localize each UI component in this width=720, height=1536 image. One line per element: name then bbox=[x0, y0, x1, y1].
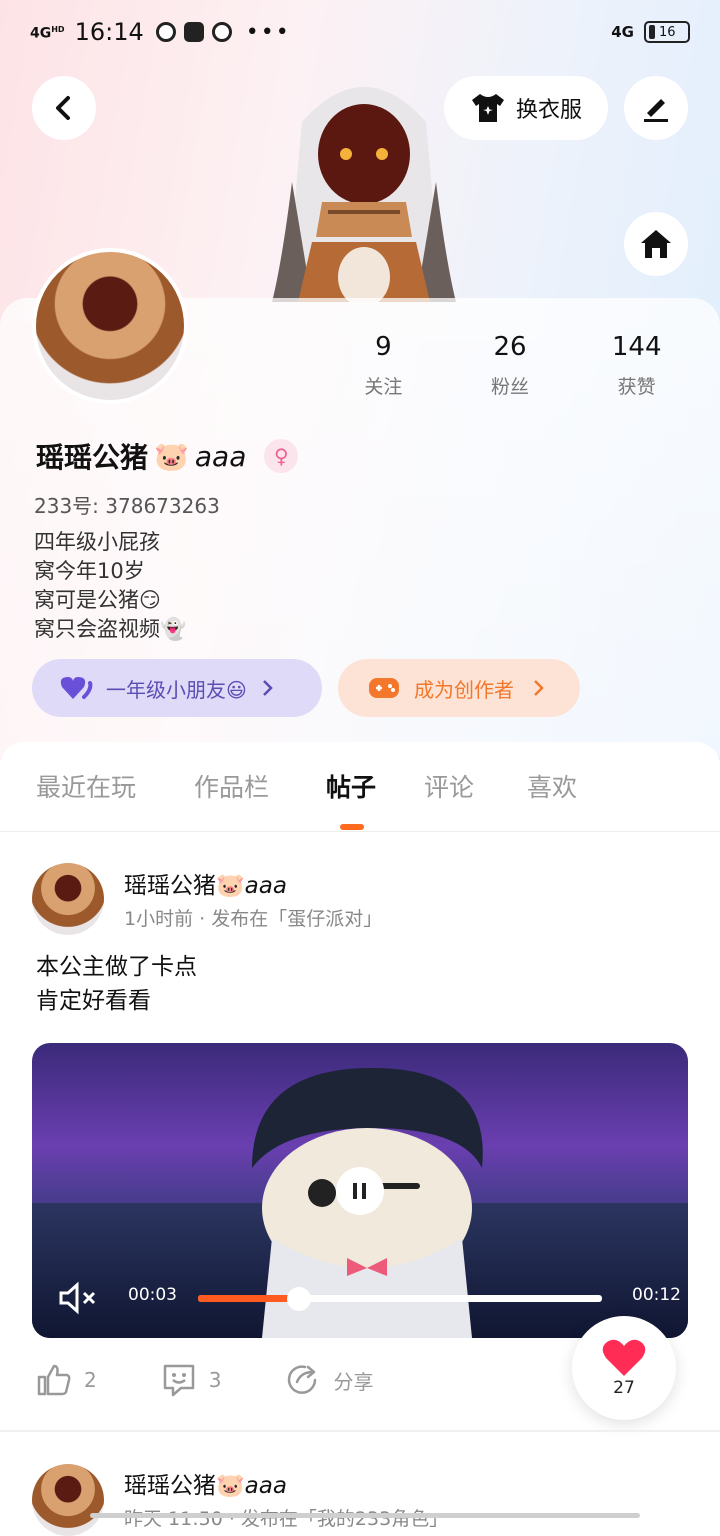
bio-line: 四年级小屁孩 bbox=[34, 530, 160, 554]
user-id: 233号: 378673263 bbox=[34, 494, 220, 518]
video-player[interactable]: 00:03 00:12 bbox=[32, 1043, 688, 1338]
post-author-suffix: aaa bbox=[244, 1473, 287, 1499]
like-button[interactable]: 2 bbox=[36, 1363, 97, 1397]
pencil-icon bbox=[644, 99, 668, 122]
stat-value: 9 bbox=[375, 332, 392, 362]
video-duration: 00:12 bbox=[632, 1285, 681, 1305]
post-author-avatar[interactable] bbox=[32, 1464, 104, 1536]
pause-icon bbox=[353, 1183, 366, 1199]
media-icon bbox=[155, 22, 176, 42]
post-text: 本公主做了卡点 肯定好看看 bbox=[36, 950, 197, 1018]
like-count: 2 bbox=[84, 1368, 97, 1392]
signal-indicator: 4GHD bbox=[30, 25, 65, 42]
edit-profile-button[interactable] bbox=[624, 76, 688, 140]
become-creator-label: 成为创作者 bbox=[414, 677, 514, 702]
share-icon bbox=[288, 1365, 317, 1394]
video-current-time: 00:03 bbox=[128, 1285, 177, 1305]
stat-value: 144 bbox=[611, 332, 662, 362]
profile-stats: 9 关注 26 粉丝 144 获赞 bbox=[320, 332, 700, 399]
pig-emoji: 🐷 bbox=[216, 1473, 245, 1499]
heart-icon bbox=[60, 677, 93, 699]
stat-label: 粉丝 bbox=[491, 376, 530, 398]
post-author-avatar[interactable] bbox=[32, 863, 104, 935]
become-creator-button[interactable]: 成为创作者 bbox=[338, 659, 580, 717]
more-notifications: ••• bbox=[245, 19, 291, 45]
post-meta: 1小时前 · 发布在「蛋仔派对」 bbox=[124, 908, 383, 930]
grade-badge-label: 一年级小朋友😃 bbox=[106, 677, 247, 702]
username-text: 瑶瑶公猪 bbox=[36, 441, 149, 474]
home-icon bbox=[641, 230, 671, 258]
chevron-right-icon bbox=[534, 680, 544, 696]
post-author-name[interactable]: 瑶瑶公猪🐷aaa bbox=[124, 866, 287, 900]
tab-posts[interactable]: 帖子 bbox=[326, 768, 376, 804]
stat-following[interactable]: 9 关注 bbox=[320, 332, 447, 399]
active-tab-indicator bbox=[340, 824, 364, 830]
app-icon bbox=[183, 22, 204, 42]
stat-value: 26 bbox=[493, 332, 527, 362]
heart-icon bbox=[602, 1339, 646, 1376]
female-icon: ♀ bbox=[264, 439, 299, 473]
tshirt-icon bbox=[471, 94, 504, 122]
bio-line: 窝可是公猪😏 bbox=[34, 588, 161, 612]
heart-count: 27 bbox=[613, 1378, 635, 1398]
heart-like-button[interactable]: 27 bbox=[572, 1316, 676, 1420]
post-text-line: 本公主做了卡点 bbox=[36, 954, 197, 980]
back-button[interactable] bbox=[32, 76, 96, 140]
3d-avatar-character bbox=[262, 62, 466, 307]
thumbs-up-icon bbox=[37, 1364, 71, 1396]
bio-line: 窝今年10岁 bbox=[34, 559, 145, 583]
grade-badge-button[interactable]: 一年级小朋友😃 bbox=[32, 659, 322, 717]
post-actions: 2 3 分享 bbox=[36, 1362, 437, 1398]
gamepad-icon bbox=[369, 678, 399, 698]
bio: 四年级小屁孩 窝今年10岁 窝可是公猪😏 窝只会盗视频👻 bbox=[34, 528, 186, 644]
battery-icon: 16 bbox=[644, 21, 690, 43]
username: 瑶瑶公猪 🐷 aaa ♀ bbox=[36, 436, 299, 476]
tab-works[interactable]: 作品栏 bbox=[194, 768, 269, 804]
change-outfit-label: 换衣服 bbox=[515, 98, 582, 123]
pig-emoji: 🐷 bbox=[154, 439, 189, 473]
post-author-text: 瑶瑶公猪 bbox=[124, 1473, 216, 1499]
chevron-right-icon bbox=[262, 680, 273, 696]
video-progress-fill bbox=[198, 1295, 299, 1302]
post-text-line: 肯定好看看 bbox=[36, 988, 151, 1014]
clock: 16:14 bbox=[74, 18, 144, 46]
chevron-left-icon bbox=[56, 96, 70, 120]
username-suffix: aaa bbox=[194, 439, 247, 473]
change-outfit-button[interactable]: 换衣服 bbox=[444, 76, 608, 140]
post-divider bbox=[0, 1430, 720, 1432]
post-author-text: 瑶瑶公猪 bbox=[124, 873, 216, 899]
share-label: 分享 bbox=[333, 1369, 374, 1394]
share-button[interactable]: 分享 bbox=[285, 1362, 373, 1398]
wechat-icon bbox=[211, 22, 232, 42]
mute-icon[interactable] bbox=[58, 1281, 98, 1315]
home-button[interactable] bbox=[624, 212, 688, 276]
post-author-suffix: aaa bbox=[244, 873, 287, 899]
tab-recently-played[interactable]: 最近在玩 bbox=[36, 768, 136, 804]
stat-label: 关注 bbox=[364, 376, 403, 398]
status-bar: 4GHD 16:14 ••• 4G 16 bbox=[30, 14, 690, 50]
comment-icon bbox=[163, 1364, 194, 1397]
comment-button[interactable]: 3 bbox=[161, 1362, 222, 1398]
tab-likes[interactable]: 喜欢 bbox=[527, 768, 577, 804]
stat-likes[interactable]: 144 获赞 bbox=[573, 332, 700, 399]
profile-tabs: 最近在玩 作品栏 帖子 评论 喜欢 bbox=[0, 742, 720, 832]
tab-comments[interactable]: 评论 bbox=[424, 768, 474, 804]
network-type: 4G bbox=[611, 23, 634, 41]
video-progress-bar[interactable] bbox=[198, 1287, 602, 1311]
stat-followers[interactable]: 26 粉丝 bbox=[447, 332, 574, 399]
post-author-name[interactable]: 瑶瑶公猪🐷aaa bbox=[124, 1466, 287, 1500]
comment-count: 3 bbox=[208, 1368, 222, 1392]
pig-emoji: 🐷 bbox=[216, 873, 245, 899]
pause-button[interactable] bbox=[336, 1167, 384, 1215]
avatar[interactable] bbox=[32, 248, 188, 404]
bio-line: 窝只会盗视频👻 bbox=[34, 617, 187, 641]
video-scrubber[interactable] bbox=[287, 1287, 311, 1311]
gesture-bar bbox=[90, 1513, 640, 1518]
stat-label: 获赞 bbox=[617, 376, 656, 398]
